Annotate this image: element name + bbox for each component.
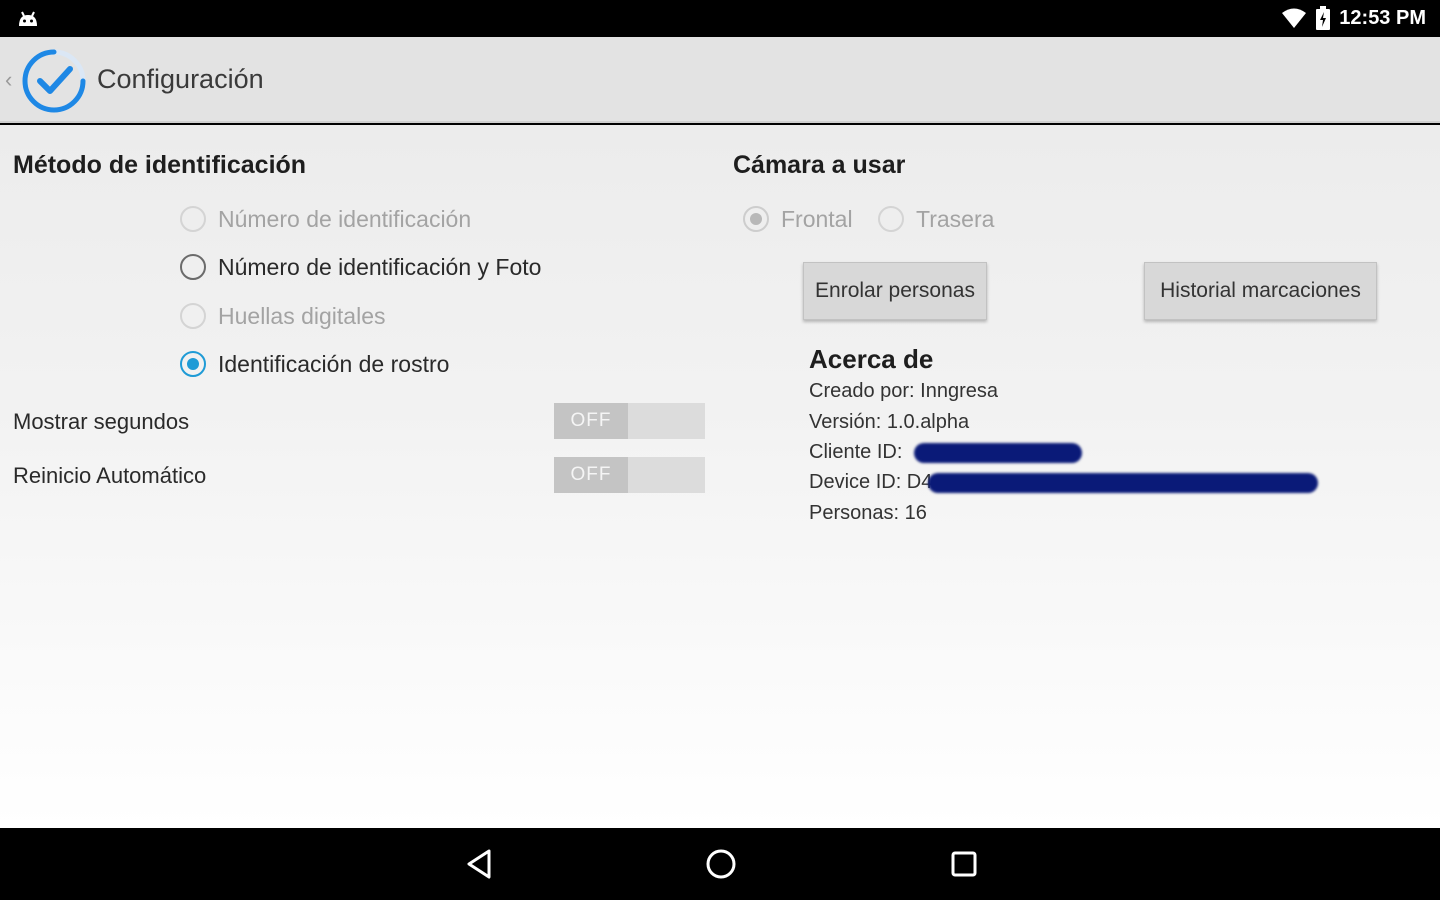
about-created-by: Creado por: Inngresa — [809, 380, 999, 402]
device-id-label: Device ID: D4 — [809, 471, 933, 493]
radio-label: Número de identificación y Foto — [218, 253, 542, 280]
about-persons: Personas: 16 — [809, 502, 927, 525]
toggle-thumb: OFF — [554, 457, 628, 493]
about-device-id: Device ID: D4 — [809, 471, 1319, 494]
redacted-client-id — [913, 442, 1082, 463]
home-circle-icon[interactable] — [701, 844, 741, 884]
attendance-history-button[interactable]: Historial marcaciones — [1144, 262, 1377, 320]
auto-restart-label: Reinicio Automático — [13, 463, 207, 488]
radio-option-rear-camera[interactable]: Trasera — [878, 202, 994, 236]
battery-icon — [1316, 6, 1331, 30]
radio-label: Trasera — [916, 205, 995, 232]
radio-button[interactable] — [180, 254, 206, 280]
about-section-title: Acerca de — [809, 344, 934, 374]
radio-option-front-camera[interactable]: Frontal — [743, 202, 853, 236]
radio-option-id-number[interactable]: Número de identificación — [180, 202, 471, 236]
about-client-id: Cliente ID: — [809, 441, 1082, 464]
settings-content: Método de identificación Número de ident… — [0, 125, 1440, 828]
radio-label: Huellas digitales — [218, 302, 386, 329]
persons-label: Personas: — [809, 502, 900, 524]
version-label: Versión: — [809, 411, 882, 433]
enroll-persons-button[interactable]: Enrolar personas — [803, 262, 987, 320]
status-time: 12:53 PM — [1339, 6, 1426, 29]
about-version: Versión: 1.0.alpha — [809, 411, 969, 434]
recents-square-icon[interactable] — [944, 844, 984, 884]
android-icon — [19, 11, 37, 26]
radio-label: Identificación de rostro — [218, 350, 450, 377]
action-bar: ‹ Configuración — [0, 37, 1440, 123]
status-icons: 12:53 PM — [1281, 6, 1426, 30]
version-value: 1.0.alpha — [886, 411, 970, 433]
radio-option-face-id[interactable]: Identificación de rostro — [180, 347, 449, 381]
radio-label: Número de identificación — [218, 205, 472, 232]
camera-section-title: Cámara a usar — [733, 151, 906, 179]
radio-button-selected[interactable] — [743, 206, 769, 232]
check-circle-logo-icon[interactable] — [18, 41, 90, 117]
show-seconds-toggle[interactable]: OFF — [554, 403, 705, 439]
toggle-thumb: OFF — [554, 403, 628, 439]
radio-button[interactable] — [878, 206, 904, 232]
back-triangle-icon[interactable] — [459, 844, 499, 884]
status-bar: 12:53 PM — [0, 0, 1440, 37]
radio-button[interactable] — [180, 206, 206, 232]
radio-option-fingerprints[interactable]: Huellas digitales — [180, 299, 385, 333]
radio-label: Frontal — [781, 205, 853, 232]
navigation-bar — [0, 828, 1440, 900]
chevron-left-icon[interactable]: ‹ — [5, 67, 12, 93]
redacted-device-id — [928, 472, 1319, 493]
client-id-label: Cliente ID: — [809, 441, 903, 463]
radio-button-selected[interactable] — [180, 351, 206, 377]
show-seconds-label: Mostrar segundos — [13, 409, 190, 434]
radio-option-id-number-photo[interactable]: Número de identificación y Foto — [180, 250, 541, 284]
wifi-icon — [1282, 8, 1307, 28]
auto-restart-toggle[interactable]: OFF — [554, 457, 705, 493]
persons-value: 16 — [904, 502, 927, 524]
page-title: Configuración — [97, 64, 264, 94]
radio-button[interactable] — [180, 303, 206, 329]
identification-section-title: Método de identificación — [13, 151, 307, 179]
